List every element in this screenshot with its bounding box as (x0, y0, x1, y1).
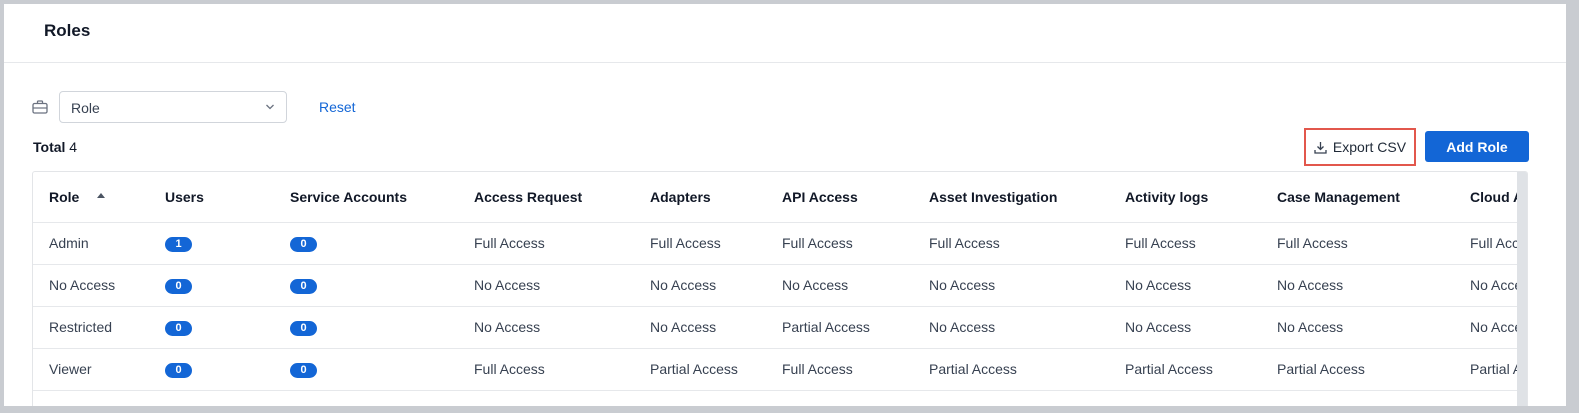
add-role-button[interactable]: Add Role (1425, 131, 1529, 162)
users-count-badge[interactable]: 0 (165, 363, 192, 378)
column-header-role[interactable]: Role (33, 172, 149, 223)
cell-case-management: No Access (1261, 264, 1454, 307)
cell-role: Restricted (33, 306, 149, 349)
column-header-access-request[interactable]: Access Request (458, 172, 634, 223)
download-icon (1314, 141, 1327, 154)
role-filter-value: Role (71, 100, 100, 116)
cell-asset-investigation: No Access (913, 264, 1109, 307)
cell-access-request: Full Access (458, 348, 634, 391)
reset-link[interactable]: Reset (319, 99, 356, 115)
cell-role: Viewer (33, 348, 149, 391)
table-row[interactable]: No Access 0 0 No Access No Access No Acc… (33, 264, 1527, 307)
column-header-label: Role (49, 188, 80, 205)
page-title: Roles (44, 21, 91, 40)
cell-asset-investigation: Full Access (913, 222, 1109, 265)
roles-table-container: Role Users Service Accounts Access Reque… (32, 171, 1528, 406)
cell-users: 1 (149, 222, 274, 265)
service-accounts-count-badge[interactable]: 0 (290, 363, 317, 378)
cell-case-management: Full Access (1261, 222, 1454, 265)
column-header-users[interactable]: Users (149, 172, 274, 223)
cell-adapters: No Access (634, 264, 766, 307)
cell-activity-logs: Full Access (1109, 222, 1261, 265)
table-row[interactable]: Restricted 0 0 No Access No Access Parti… (33, 306, 1527, 349)
roles-page: Roles Role Reset Total 4 Export CSV Add … (4, 4, 1566, 406)
cell-service-accounts: 0 (274, 222, 458, 265)
cell-users: 0 (149, 306, 274, 349)
cell-adapters: Partial Access (634, 348, 766, 391)
cell-api-access: Full Access (766, 348, 913, 391)
cell-access-request: Full Access (458, 222, 634, 265)
cell-adapters: No Access (634, 306, 766, 349)
column-header-api-access[interactable]: API Access (766, 172, 913, 223)
cell-access-request: No Access (458, 264, 634, 307)
cell-access-request: No Access (458, 306, 634, 349)
cell-service-accounts: 0 (274, 264, 458, 307)
cell-api-access: No Access (766, 264, 913, 307)
export-csv-button[interactable]: Export CSV (1304, 128, 1416, 166)
column-header-adapters[interactable]: Adapters (634, 172, 766, 223)
column-header-activity-logs[interactable]: Activity logs (1109, 172, 1261, 223)
total-value: 4 (69, 139, 78, 155)
cell-api-access: Full Access (766, 222, 913, 265)
cell-case-management: No Access (1261, 306, 1454, 349)
cell-adapters: Full Access (634, 222, 766, 265)
cell-role: No Access (33, 264, 149, 307)
role-filter-select[interactable]: Role (59, 91, 287, 123)
column-header-asset-investigation[interactable]: Asset Investigation (913, 172, 1109, 223)
cell-asset-investigation: Partial Access (913, 348, 1109, 391)
users-count-badge[interactable]: 0 (165, 321, 192, 336)
roles-table: Role Users Service Accounts Access Reque… (33, 172, 1527, 391)
cell-case-management: Partial Access (1261, 348, 1454, 391)
cell-asset-investigation: No Access (913, 306, 1109, 349)
cell-activity-logs: No Access (1109, 306, 1261, 349)
chevron-down-icon (266, 104, 274, 110)
column-header-case-management[interactable]: Case Management (1261, 172, 1454, 223)
cell-role: Admin (33, 222, 149, 265)
total-label: Total (33, 139, 66, 155)
service-accounts-count-badge[interactable]: 0 (290, 321, 317, 336)
cell-service-accounts: 0 (274, 306, 458, 349)
column-header-service-accounts[interactable]: Service Accounts (274, 172, 458, 223)
service-accounts-count-badge[interactable]: 0 (290, 279, 317, 294)
cell-users: 0 (149, 348, 274, 391)
sort-ascending-icon (97, 192, 106, 198)
users-count-badge[interactable]: 1 (165, 237, 192, 252)
page-header: Roles (4, 4, 1566, 63)
table-row[interactable]: Viewer 0 0 Full Access Partial Access Fu… (33, 348, 1527, 391)
cell-activity-logs: No Access (1109, 264, 1261, 307)
table-vertical-scrollbar[interactable] (1517, 172, 1527, 406)
cell-service-accounts: 0 (274, 348, 458, 391)
total-count: Total 4 (33, 139, 77, 155)
cell-users: 0 (149, 264, 274, 307)
export-csv-label: Export CSV (1332, 139, 1407, 155)
briefcase-icon (32, 100, 48, 114)
service-accounts-count-badge[interactable]: 0 (290, 237, 317, 252)
cell-api-access: Partial Access (766, 306, 913, 349)
table-row[interactable]: Admin 1 0 Full Access Full Access Full A… (33, 222, 1527, 265)
users-count-badge[interactable]: 0 (165, 279, 192, 294)
table-header-row: Role Users Service Accounts Access Reque… (33, 172, 1527, 223)
cell-activity-logs: Partial Access (1109, 348, 1261, 391)
